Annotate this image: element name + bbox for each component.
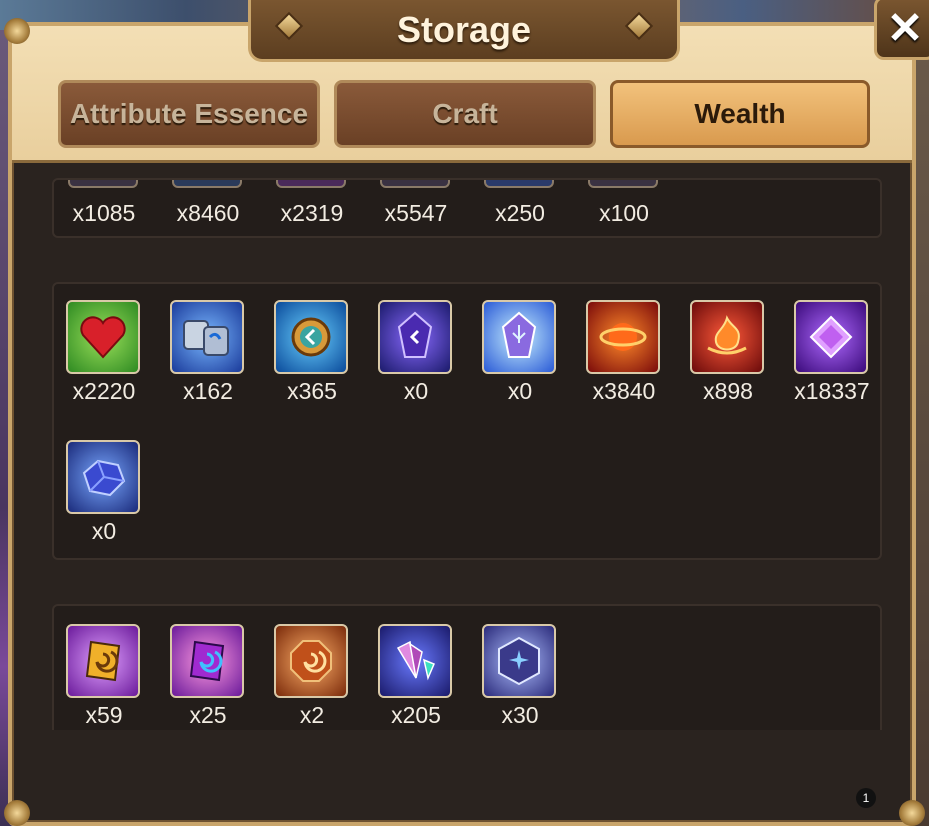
item-icon-cut	[380, 180, 450, 188]
gold-spiral-stone-icon	[66, 624, 140, 698]
resource-item[interactable]: x25	[158, 624, 262, 744]
item-count: x3840	[592, 378, 656, 404]
hex-star-gem-icon	[482, 624, 556, 698]
item-icon-cut	[484, 180, 554, 188]
item-count: x30	[501, 702, 539, 728]
item-count: x2	[299, 702, 325, 728]
close-button[interactable]: ✕	[874, 0, 929, 60]
purple-crystal-icon	[378, 300, 452, 374]
tab-label: Attribute Essence	[69, 98, 309, 129]
pink-diamond-icon	[794, 300, 868, 374]
item-icon-cut	[276, 180, 346, 188]
tab-label: Wealth	[694, 98, 786, 129]
resource-item[interactable]: x0	[470, 300, 574, 420]
item-count: x5547	[384, 200, 448, 226]
diamond-ornament-icon	[624, 11, 654, 41]
resource-panel-bottom: x59 x25 x2 x205 x30	[52, 604, 882, 730]
light-crystal-icon	[482, 300, 556, 374]
resource-item[interactable]: x162	[158, 300, 262, 420]
item-count: x0	[91, 518, 117, 544]
resource-item[interactable]: x0	[54, 440, 158, 560]
item-count: x898	[703, 378, 753, 404]
close-icon: ✕	[886, 3, 924, 53]
purple-spiral-stone-icon	[170, 624, 244, 698]
coin-rune-icon	[274, 300, 348, 374]
resource-item[interactable]: x205	[366, 624, 470, 744]
page-indicator: 1	[856, 788, 876, 808]
item-count: x205	[391, 702, 441, 728]
resource-item[interactable]: x59	[54, 624, 158, 744]
resource-item[interactable]: x0	[366, 300, 470, 420]
crystal-shards-icon	[378, 624, 452, 698]
resource-item[interactable]: x3840	[574, 300, 678, 420]
resource-item[interactable]: x18337	[782, 300, 886, 420]
item-count: x0	[403, 378, 429, 404]
resource-item[interactable]: x365	[262, 300, 366, 420]
resource-item[interactable]: x898	[678, 300, 782, 420]
corner-ornament-icon	[899, 800, 925, 826]
window-title: Storage	[396, 8, 532, 50]
title-plate: Storage	[248, 0, 680, 62]
stones-icon	[170, 300, 244, 374]
resource-item[interactable]: x2	[262, 624, 366, 744]
fire-orb-icon	[586, 300, 660, 374]
item-count: x2220	[72, 378, 136, 404]
item-count: x2319	[280, 200, 344, 226]
item-icon-cut	[588, 180, 658, 188]
item-icon-cut	[68, 180, 138, 188]
tab-label: Craft	[432, 98, 498, 129]
fire-sigil-icon	[690, 300, 764, 374]
item-count: x162	[183, 378, 233, 404]
item-count: x25	[189, 702, 227, 728]
orange-spiral-stone-icon	[274, 624, 348, 698]
resource-item[interactable]: x30	[470, 624, 574, 744]
item-count: x250	[495, 200, 545, 226]
corner-ornament-icon	[4, 800, 30, 826]
item-count: x100	[599, 200, 649, 226]
resource-panel-top: x1085 x8460 x2319 x5547 x250 x100	[52, 178, 882, 238]
corner-ornament-icon	[4, 18, 30, 44]
item-count: x1085	[72, 200, 136, 226]
item-count: x59	[85, 702, 123, 728]
blue-ore-icon	[66, 440, 140, 514]
tab-craft[interactable]: Craft	[334, 80, 596, 148]
item-count: x365	[287, 378, 337, 404]
tab-wealth[interactable]: Wealth	[610, 80, 870, 148]
tab-attribute-essence[interactable]: Attribute Essence	[58, 80, 320, 148]
item-icon-cut	[172, 180, 242, 188]
resource-panel-middle: x2220 x162 x365 x0 x0 x3840 x898 x18337 …	[52, 282, 882, 560]
diamond-ornament-icon	[274, 11, 304, 41]
resource-item[interactable]: x2220	[54, 300, 158, 420]
item-count: x18337	[794, 378, 870, 404]
item-count: x8460	[176, 200, 240, 226]
item-count: x0	[507, 378, 533, 404]
heart-icon	[66, 300, 140, 374]
